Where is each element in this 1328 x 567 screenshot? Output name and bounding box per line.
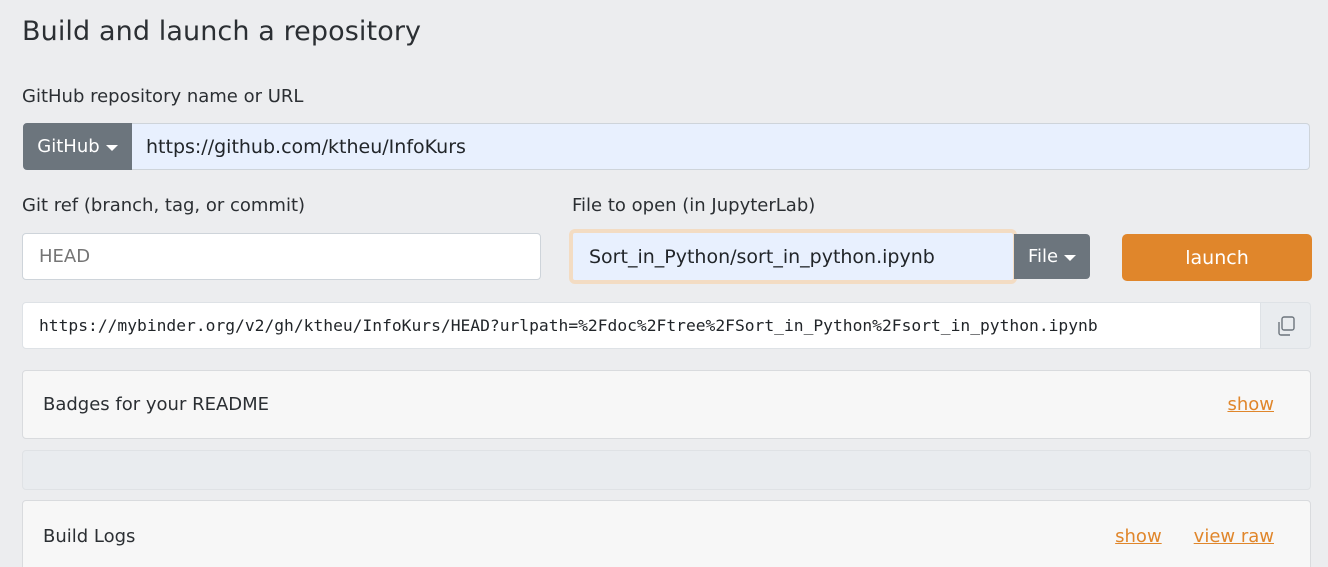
repo-url-input[interactable]: [132, 123, 1310, 170]
binder-url-group: https://mybinder.org/v2/gh/ktheu/InfoKur…: [22, 302, 1311, 349]
build-logs-links: show view raw: [1115, 526, 1274, 547]
page-title: Build and launch a repository: [22, 16, 422, 47]
launch-button[interactable]: launch: [1122, 234, 1312, 281]
build-logs-show-link[interactable]: show: [1115, 526, 1162, 547]
ref-label: Git ref (branch, tag, or commit): [22, 195, 306, 216]
file-label: File to open (in JupyterLab): [572, 195, 816, 216]
repo-input-group: GitHub: [23, 123, 1310, 170]
provider-label: GitHub: [37, 136, 100, 157]
caret-down-icon: [1064, 254, 1077, 261]
provider-dropdown-button[interactable]: GitHub: [23, 123, 132, 170]
copy-icon: [1277, 315, 1295, 336]
badges-panel: Badges for your README show: [22, 370, 1311, 439]
file-path-input[interactable]: [573, 233, 1013, 280]
repo-label: GitHub repository name or URL: [22, 86, 304, 107]
file-type-label: File: [1027, 246, 1059, 267]
file-input-group: File: [569, 229, 1090, 284]
copy-url-button[interactable]: [1261, 302, 1311, 349]
caret-down-icon: [105, 144, 118, 151]
badges-show-link[interactable]: show: [1227, 394, 1274, 415]
build-logs-view-raw-link[interactable]: view raw: [1194, 526, 1274, 547]
build-logs-panel: Build Logs show view raw: [22, 500, 1311, 567]
binder-url-text[interactable]: https://mybinder.org/v2/gh/ktheu/InfoKur…: [22, 302, 1261, 349]
progress-bar: [22, 450, 1311, 490]
file-type-dropdown-button[interactable]: File: [1014, 234, 1090, 279]
binder-page: Build and launch a repository GitHub rep…: [0, 0, 1328, 567]
file-input-focus-ring: [569, 229, 1017, 284]
git-ref-input[interactable]: [22, 233, 541, 280]
build-logs-title: Build Logs: [43, 525, 136, 547]
badges-links: show: [1227, 394, 1274, 415]
badges-title: Badges for your README: [43, 394, 270, 415]
